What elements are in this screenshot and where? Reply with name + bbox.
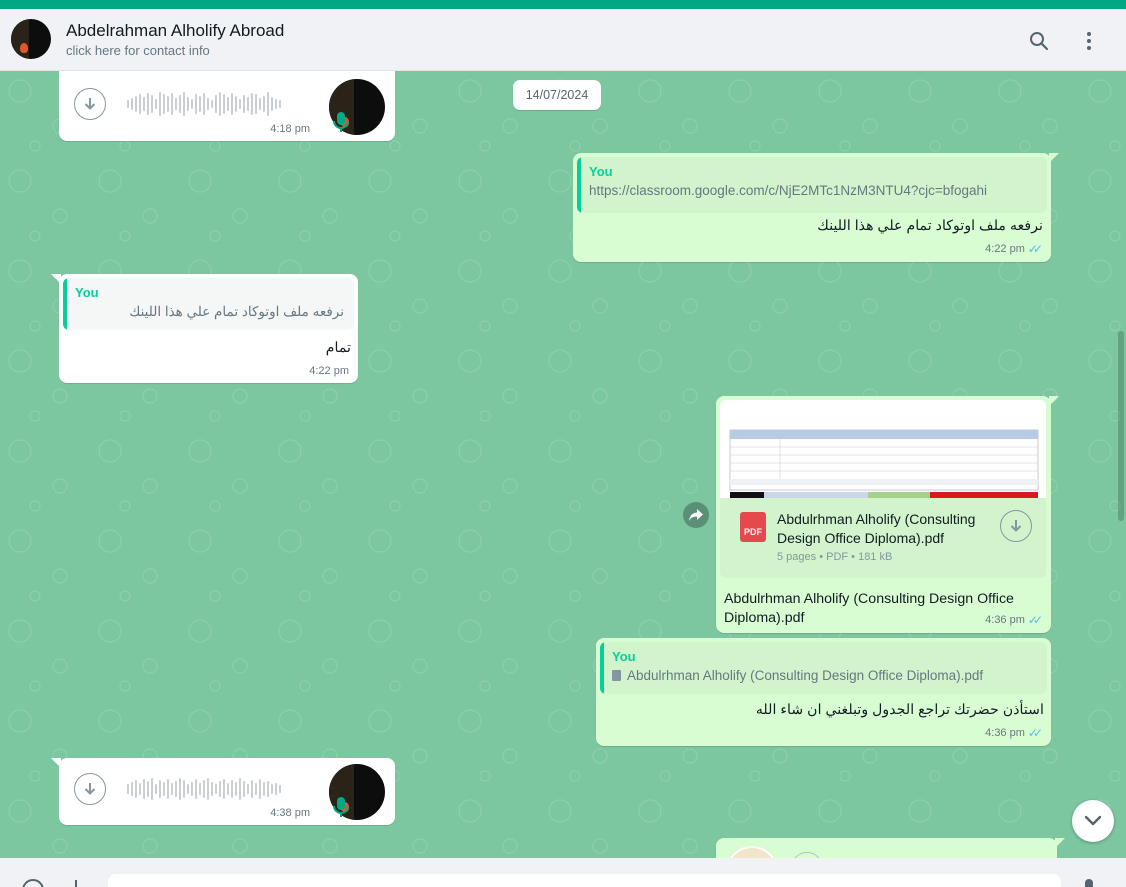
message-text: تمام [325,340,351,356]
quote-text: Abdulrhman Alholify (Consulting Design O… [627,668,984,683]
chat-scrollbar[interactable] [1118,331,1124,521]
voice-waveform[interactable] [127,90,281,118]
quote-text: https://classroom.google.com/c/NjE2MTc1N… [589,183,988,198]
document-meta: 5 pages • PDF • 181 kB [777,551,893,563]
microphone-icon [332,796,350,818]
top-accent-bar [0,0,1126,9]
scroll-to-bottom-button[interactable] [1072,800,1114,842]
outgoing-message[interactable]: You https://classroom.google.com/c/NjE2M… [573,153,1059,262]
quote-author: You [612,649,636,664]
document-preview[interactable] [720,400,1046,498]
message-time: 4:22 pm [309,365,349,377]
voice-waveform[interactable] [127,775,281,803]
document-card[interactable]: PDF Abdulrhman Alholify (Consulting Desi… [720,498,1046,578]
contact-name[interactable]: Abdelrahman Alholify Abroad [66,21,284,41]
composer-bar [0,858,1126,887]
message-time: 4:36 pm ✓✓ [985,613,1043,627]
attach-icon[interactable] [66,878,86,887]
date-divider: 14/07/2024 [513,80,601,110]
quote-author: You [589,164,613,179]
quoted-message[interactable]: You Abdulrhman Alholify (Consulting Desi… [600,642,1047,694]
sticker-avatar [726,846,778,858]
read-receipt-icon: ✓✓ [1027,613,1043,627]
message-text: نرفعه ملف اوتوكاد تمام علي هذا اللينك [817,218,1043,234]
contact-avatar[interactable] [11,19,51,59]
voice-message[interactable]: 4:18 pm [59,71,395,141]
download-icon[interactable] [74,88,106,120]
message-time: 4:18 pm [270,123,310,135]
microphone-icon[interactable] [1080,878,1100,887]
quoted-message[interactable]: You https://classroom.google.com/c/NjE2M… [577,157,1047,213]
forward-icon[interactable] [683,502,709,528]
message-time: 4:22 pm ✓✓ [985,242,1043,256]
read-receipt-icon: ✓✓ [1027,726,1043,740]
message-input[interactable] [108,874,1061,887]
document-icon [612,670,621,681]
quote-text-row: Abdulrhman Alholify (Consulting Design O… [612,668,1037,683]
download-icon[interactable] [1000,510,1032,542]
quoted-message[interactable]: You نرفعه ملف اوتوكاد تمام علي هذا اللين… [63,278,354,330]
search-icon[interactable] [1027,29,1051,53]
voice-message[interactable]: 4:38 pm [51,758,395,825]
pdf-file-icon: PDF [740,512,766,542]
message-text: استأذن حضرتك تراجع الجدول وتبلغني ان شاء… [755,702,1044,718]
chat-header[interactable]: Abdelrahman Alholify Abroad click here f… [0,9,1126,71]
contact-info-hint[interactable]: click here for contact info [66,43,210,58]
outgoing-message-partial[interactable] [716,838,1065,858]
message-time: 4:36 pm ✓✓ [985,726,1043,740]
microphone-icon [332,111,350,133]
message-time: 4:38 pm [270,807,310,819]
quote-text: نرفعه ملف اوتوكاد تمام علي هذا اللينك [129,304,344,319]
download-icon[interactable] [74,773,106,805]
quote-author: You [75,285,99,300]
document-file-name: Abdulrhman Alholify (Consulting Design O… [777,511,976,546]
read-receipt-icon: ✓✓ [1027,242,1043,256]
outgoing-document-message[interactable]: PDF Abdulrhman Alholify (Consulting Desi… [716,396,1059,633]
document-caption: Abdulrhman Alholify (Consulting Design O… [724,591,1014,626]
outgoing-message[interactable]: You Abdulrhman Alholify (Consulting Desi… [596,638,1051,746]
menu-icon[interactable] [1077,29,1101,53]
chat-panel[interactable]: 14/07/2024 4:18 pm You https://classroom… [0,71,1126,858]
emoji-icon[interactable] [21,878,44,887]
incoming-message[interactable]: You نرفعه ملف اوتوكاد تمام علي هذا اللين… [51,274,358,383]
